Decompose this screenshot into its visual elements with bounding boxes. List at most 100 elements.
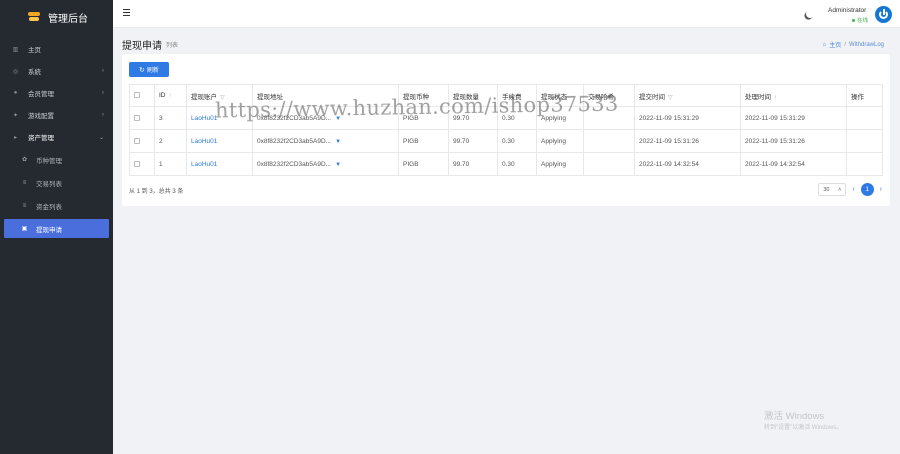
dashboard-icon: ▥ [12, 46, 19, 53]
chevron-left-icon: ‹ [102, 112, 104, 118]
prev-page-icon[interactable]: ‹ [852, 186, 854, 193]
sidebar-item-system[interactable]: ◎ 系統 ‹ [0, 60, 113, 82]
refresh-icon: ↻ [139, 66, 145, 74]
row-checkbox[interactable] [134, 137, 140, 144]
sidebar-subitem-label: 币种管理 [36, 157, 62, 165]
cell-processed: 2022-11-09 15:31:26 [740, 129, 847, 153]
page-size-select[interactable]: 30 ˄ [818, 183, 847, 196]
gamepad-icon: ✦ [12, 112, 19, 119]
cell-amount: 99.70 [448, 152, 498, 176]
page-title: 提现申请 [122, 41, 162, 52]
breadcrumb-home[interactable]: 主页 [829, 40, 841, 49]
column-header-actions: 操作 [846, 84, 883, 107]
dark-mode-icon[interactable] [805, 9, 815, 19]
pagination-summary: 从 1 到 3，总共 3 条 [129, 189, 184, 195]
user-status-label: 在线 [857, 18, 869, 24]
sidebar-subitem-label: 提现申请 [36, 226, 62, 234]
page-subtitle: 列表 [166, 43, 179, 49]
table-row: 2 LaoHu01 0x8f8232f2CD3ab5A9D... ▼ PIGB 9… [129, 129, 883, 153]
sidebar-subitem-label: 资金列表 [36, 203, 62, 211]
expand-caret-icon[interactable]: ▼ [335, 139, 341, 145]
cell-hash [583, 152, 635, 176]
pagination: 30 ˄ ‹ 1 › [818, 183, 882, 196]
cell-actions [846, 152, 883, 176]
sidebar: 管理后台 ▥ 主页 ◎ 系統 ‹ ● 会员管理 ‹ ✦ 游戏配置 ‹ ▸ 资产管… [0, 0, 113, 454]
menu-toggle-icon[interactable] [123, 9, 130, 16]
user-name[interactable]: Administrator [828, 7, 866, 14]
gear-icon: ◎ [12, 68, 19, 75]
coin-icon: ✿ [21, 157, 28, 163]
row-checkbox[interactable] [134, 160, 140, 167]
breadcrumb: ⌂ 主页 / WithdrawLog [822, 40, 884, 50]
online-dot-icon [852, 18, 855, 22]
withdraw-icon: ▣ [21, 226, 28, 232]
next-page-icon[interactable]: › [880, 186, 882, 193]
cell-submitted: 2022-11-09 14:32:54 [634, 152, 741, 176]
avatar[interactable] [875, 6, 892, 23]
sidebar-item-home[interactable]: ▥ 主页 [0, 38, 113, 60]
cell-processed: 2022-11-09 15:31:29 [740, 106, 847, 130]
brand[interactable]: 管理后台 [0, 0, 113, 34]
cell-submitted: 2022-11-09 15:31:29 [634, 106, 741, 130]
cell-status: Applying [536, 152, 584, 176]
sidebar-subitem-transactions[interactable]: ≡ 交易列表 [0, 171, 113, 194]
asset-icon: ▸ [13, 134, 17, 141]
cell-account[interactable]: LaoHu01 [186, 129, 253, 153]
breadcrumb-separator: / [844, 41, 846, 48]
cell-fee: 0.30 [497, 152, 537, 176]
sidebar-subitem-funds[interactable]: ≡ 资金列表 [0, 194, 113, 217]
sidebar-item-label: 主页 [28, 47, 41, 54]
sidebar-item-label: 系統 [28, 69, 41, 76]
chevron-left-icon: ‹ [102, 90, 104, 96]
brand-logo-icon [28, 12, 40, 22]
refresh-label: 刷新 [146, 68, 159, 74]
cell-amount: 99.70 [448, 129, 498, 153]
windows-activation-subtitle: 转到"设置"以激活 Windows。 [764, 425, 843, 431]
cell-processed: 2022-11-09 14:32:54 [740, 152, 847, 176]
cell-actions [846, 106, 883, 130]
cell-account[interactable]: LaoHu01 [186, 152, 253, 176]
breadcrumb-current: WithdrawLog [848, 41, 884, 48]
row-checkbox[interactable] [134, 114, 140, 121]
user-icon: ● [13, 90, 18, 96]
sidebar-subitem-withdraw[interactable]: ▣ 提现申请 [4, 219, 109, 238]
sidebar-item-game-config[interactable]: ✦ 游戏配置 ‹ [0, 104, 113, 126]
page-size-value: 30 [823, 186, 830, 193]
select-all-checkbox[interactable] [134, 92, 140, 99]
cell-submitted: 2022-11-09 15:31:26 [634, 129, 741, 153]
sidebar-item-members[interactable]: ● 会员管理 ‹ [0, 82, 113, 104]
select-all-cell[interactable] [129, 84, 155, 107]
cell-coin: PIGB [398, 129, 449, 153]
brand-title: 管理后台 [48, 13, 88, 25]
sidebar-item-assets[interactable]: ▸ 资产管理 ⌄ [0, 126, 113, 148]
chevron-up-icon: ˄ [838, 186, 842, 193]
home-icon: ⌂ [822, 41, 827, 48]
top-bar: Administrator 在线 [113, 0, 900, 28]
cell-address: 0x8f8232f2CD3ab5A9D... ▼ [252, 152, 399, 176]
content-panel: ↻ 刷新 ID ↑ 提现账户 ▽ 提现地址 提现币种 提现数量 手续费 提现状态 交… [122, 54, 890, 206]
list-icon: ≡ [22, 202, 27, 209]
sidebar-item-label: 会员管理 [28, 91, 54, 98]
sidebar-menu: ▥ 主页 ◎ 系統 ‹ ● 会员管理 ‹ ✦ 游戏配置 ‹ ▸ 资产管理 ⌄ ✿… [0, 38, 113, 238]
page-number-current[interactable]: 1 [860, 183, 874, 196]
cell-address: 0x8f8232f2CD3ab5A9D... ▼ [252, 129, 399, 153]
windows-activation-title: 激活 Windows [764, 411, 825, 422]
cell-id: 1 [154, 152, 187, 176]
chevron-left-icon: ‹ [102, 68, 104, 74]
cell-hash [583, 129, 635, 153]
sidebar-subitem-coins[interactable]: ✿ 币种管理 [0, 148, 113, 171]
sort-icon[interactable]: ↑ [774, 95, 777, 101]
cell-fee: 0.30 [497, 129, 537, 153]
expand-caret-icon[interactable]: ▼ [335, 162, 341, 168]
cell-coin: PIGB [398, 152, 449, 176]
refresh-button[interactable]: ↻ 刷新 [129, 62, 169, 77]
column-header-processed[interactable]: 处理时间 ↑ [740, 84, 847, 107]
column-header-id[interactable]: ID ↑ [154, 84, 187, 107]
column-header-submitted[interactable]: 提交时间 ▽ [634, 84, 741, 107]
sort-icon[interactable]: ↑ [169, 93, 172, 99]
sidebar-subitem-label: 交易列表 [36, 180, 62, 188]
sidebar-item-label: 资产管理 [28, 135, 54, 142]
cell-id: 3 [154, 106, 187, 130]
filter-icon[interactable]: ▽ [668, 95, 673, 101]
cell-status: Applying [536, 129, 584, 153]
